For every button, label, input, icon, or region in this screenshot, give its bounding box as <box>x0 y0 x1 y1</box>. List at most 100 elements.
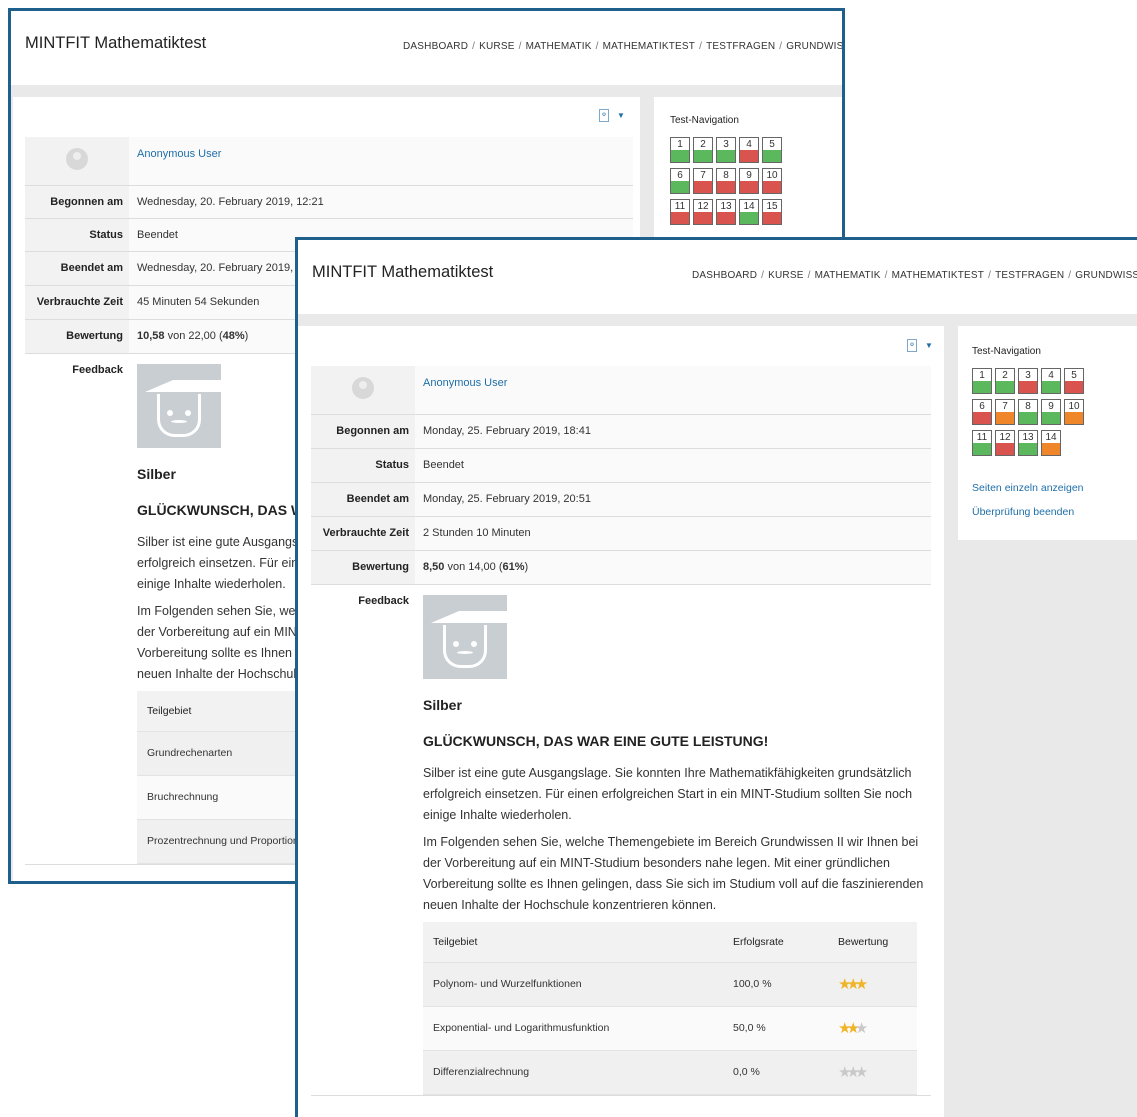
breadcrumb-item[interactable]: KURSE <box>479 41 514 52</box>
question-button[interactable]: 9 <box>739 168 759 194</box>
started-value: Wednesday, 20. February 2019, 12:21 <box>129 185 633 219</box>
completed-label: Beendet am <box>311 482 415 517</box>
question-button[interactable]: 7 <box>995 399 1015 425</box>
settings-menu[interactable]: ⚙ ▼ <box>907 339 933 352</box>
question-button[interactable]: 13 <box>1018 430 1038 456</box>
topic-row: Polynom- und Wurzelfunktionen 100,0 % ★★… <box>423 962 917 1007</box>
question-button[interactable]: 5 <box>762 137 782 163</box>
question-button[interactable]: 7 <box>693 168 713 194</box>
question-button[interactable]: 6 <box>670 168 690 194</box>
question-button[interactable]: 10 <box>762 168 782 194</box>
question-button[interactable]: 11 <box>972 430 992 456</box>
settings-icon: ⚙ <box>599 109 609 122</box>
question-state-bar <box>1065 412 1083 424</box>
topics-header-rate: Erfolgsrate <box>723 921 828 963</box>
question-number: 3 <box>723 139 729 150</box>
question-state-bar <box>763 150 781 162</box>
question-button[interactable]: 1 <box>670 137 690 163</box>
question-state-bar <box>694 181 712 193</box>
question-state-bar <box>973 443 991 455</box>
topic-rating: ★★★ <box>828 1006 917 1051</box>
question-button[interactable]: 4 <box>739 137 759 163</box>
question-button[interactable]: 14 <box>739 199 759 225</box>
question-button[interactable]: 8 <box>716 168 736 194</box>
star-rating-icon: ★★★ <box>838 1020 869 1037</box>
topic-rating: ★★★ <box>828 962 917 1007</box>
breadcrumb-item[interactable]: KURSE <box>768 270 803 281</box>
status-value: Beendet <box>415 448 931 483</box>
breadcrumb-item[interactable]: GRUNDWISSEN I <box>786 41 842 52</box>
question-number: 15 <box>766 201 778 212</box>
question-button[interactable]: 6 <box>972 399 992 425</box>
question-state-bar <box>694 212 712 224</box>
question-button[interactable]: 14 <box>1041 430 1061 456</box>
time-value: 2 Stunden 10 Minuten <box>415 516 931 551</box>
question-state-bar <box>671 150 689 162</box>
show-one-page-link[interactable]: Seiten einzeln anzeigen <box>972 482 1084 494</box>
user-link[interactable]: Anonymous User <box>423 377 507 389</box>
breadcrumb-item[interactable]: MATHEMATIK <box>815 270 881 281</box>
question-number: 5 <box>1071 370 1077 381</box>
topic-rate: 50,0 % <box>723 1006 828 1051</box>
question-state-bar <box>763 212 781 224</box>
finish-review-link[interactable]: Überprüfung beenden <box>972 506 1074 518</box>
question-state-bar <box>671 212 689 224</box>
question-button[interactable]: 4 <box>1041 368 1061 394</box>
question-button[interactable]: 3 <box>1018 368 1038 394</box>
breadcrumb-item[interactable]: TESTFRAGEN <box>706 41 775 52</box>
started-value: Monday, 25. February 2019, 18:41 <box>415 414 931 449</box>
topic-rating: ★★★ <box>828 1050 917 1095</box>
topics-table: Teilgebiet Erfolgsrate Bewertung Polynom… <box>423 921 917 1095</box>
topic-name: Differenzialrechnung <box>423 1050 723 1095</box>
completed-value: Monday, 25. February 2019, 20:51 <box>415 482 931 517</box>
question-number: 14 <box>743 201 755 212</box>
breadcrumb-item[interactable]: DASHBOARD <box>403 41 468 52</box>
question-button[interactable]: 5 <box>1064 368 1084 394</box>
question-button[interactable]: 12 <box>995 430 1015 456</box>
question-button[interactable]: 12 <box>693 199 713 225</box>
question-button[interactable]: 13 <box>716 199 736 225</box>
question-button[interactable]: 8 <box>1018 399 1038 425</box>
breadcrumb-item[interactable]: TESTFRAGEN <box>995 270 1064 281</box>
question-state-bar <box>1042 412 1060 424</box>
question-button[interactable]: 9 <box>1041 399 1061 425</box>
question-button[interactable]: 3 <box>716 137 736 163</box>
main-content: ⚙ ▼ Anonymous User Begonnen am Monday, 25.… <box>298 326 944 1117</box>
question-number: 7 <box>700 170 706 181</box>
avatar[interactable] <box>66 148 88 171</box>
question-button[interactable]: 15 <box>762 199 782 225</box>
settings-icon: ⚙ <box>907 339 917 352</box>
question-number: 7 <box>1002 401 1008 412</box>
breadcrumb: DASHBOARD / KURSE / MATHEMATIK / MATHEMATIKTES… <box>692 270 1137 281</box>
screenshot-front: MINTFIT Mathematiktest DASHBOARD / KURSE / M… <box>295 237 1137 1117</box>
question-state-bar <box>717 150 735 162</box>
site-title[interactable]: MINTFIT Mathematiktest <box>25 34 206 53</box>
question-state-bar <box>694 150 712 162</box>
breadcrumb-item[interactable]: DASHBOARD <box>692 270 757 281</box>
question-state-bar <box>763 181 781 193</box>
question-state-bar <box>996 443 1014 455</box>
graduate-image <box>137 363 269 448</box>
question-button[interactable]: 2 <box>995 368 1015 394</box>
question-button[interactable]: 2 <box>693 137 713 163</box>
user-link[interactable]: Anonymous User <box>137 148 221 160</box>
navbar: MINTFIT Mathematiktest DASHBOARD / KURSE / M… <box>298 240 1137 314</box>
question-number: 9 <box>746 170 752 181</box>
breadcrumb-item[interactable]: MATHEMATIKTEST <box>892 270 984 281</box>
breadcrumb-item[interactable]: MATHEMATIK <box>526 41 592 52</box>
question-number: 10 <box>1068 401 1080 412</box>
question-button[interactable]: 1 <box>972 368 992 394</box>
question-state-bar <box>671 181 689 193</box>
settings-menu[interactable]: ⚙ ▼ <box>599 109 625 122</box>
question-state-bar <box>996 412 1014 424</box>
feedback-paragraph-1: Silber ist eine gute Ausgangslage. Sie k… <box>423 765 913 822</box>
question-number: 6 <box>979 401 985 412</box>
question-number: 2 <box>1002 370 1008 381</box>
breadcrumb-item[interactable]: GRUNDWISSEN II <box>1075 270 1137 281</box>
question-button[interactable]: 10 <box>1064 399 1084 425</box>
avatar[interactable] <box>352 377 374 400</box>
site-title[interactable]: MINTFIT Mathematiktest <box>312 263 493 282</box>
question-button[interactable]: 11 <box>670 199 690 225</box>
started-label: Begonnen am <box>25 185 129 219</box>
breadcrumb-item[interactable]: MATHEMATIKTEST <box>603 41 695 52</box>
